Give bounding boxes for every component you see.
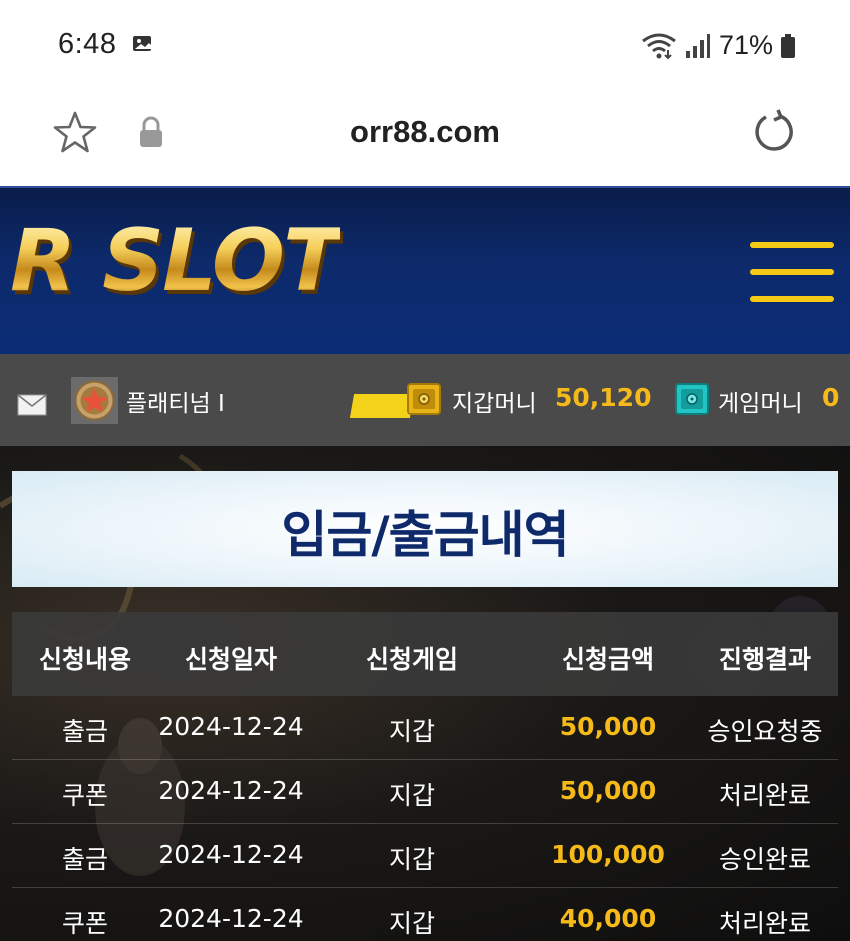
site-header: R SLOT	[0, 186, 850, 354]
header-type: 신청내용	[38, 645, 131, 674]
menu-hamburger-icon[interactable]	[750, 242, 834, 302]
header-date: 신청일자	[184, 645, 277, 674]
status-bar: 6:48 71%	[0, 0, 850, 88]
wallet-safe-icon	[407, 383, 441, 415]
cell-type: 출금	[61, 717, 108, 746]
cell-date: 2024-12-24	[158, 712, 304, 741]
main-content: 입금/출금내역 신청내용 신청일자 신청게임 신청금액 진행결과 출금 2024…	[0, 446, 850, 941]
user-rank: 플래티넘 I	[126, 391, 225, 417]
cell-game: 지갑	[388, 781, 435, 810]
site-logo[interactable]: R SLOT	[10, 218, 342, 304]
table-row[interactable]: 출금 2024-12-24 지갑 100,000 승인완료	[12, 824, 838, 888]
cell-amount: 50,000	[559, 776, 657, 805]
table-row[interactable]: 출금 2024-12-24 지갑 50,000 승인요청중	[12, 696, 838, 760]
browser-url-bar: orr88.com	[0, 88, 850, 186]
header-result: 진행결과	[718, 645, 811, 674]
cell-result: 처리완료	[718, 781, 811, 810]
status-right-group: 71%	[641, 30, 795, 61]
game-safe-icon	[675, 383, 709, 415]
redaction-mark	[349, 394, 415, 418]
game-money-label: 게임머니	[718, 391, 803, 417]
wallet-money-label: 지갑머니	[452, 391, 537, 417]
battery-icon	[781, 33, 795, 58]
cell-amount: 50,000	[559, 712, 657, 741]
wallet-money-value: 50,120	[555, 383, 652, 412]
status-time: 6:48	[58, 28, 117, 60]
cell-amount: 40,000	[559, 904, 657, 933]
cell-result: 승인완료	[718, 845, 811, 874]
cell-date: 2024-12-24	[158, 776, 304, 805]
wifi-icon	[642, 33, 676, 59]
cell-type: 쿠폰	[61, 909, 108, 938]
platinum-rank-icon	[71, 377, 118, 424]
cell-amount: 100,000	[551, 840, 665, 869]
page-title-box: 입금/출금내역	[12, 471, 838, 587]
cell-date: 2024-12-24	[158, 840, 304, 869]
mail-icon[interactable]	[17, 394, 47, 416]
cell-type: 쿠폰	[61, 781, 108, 810]
cell-game: 지갑	[388, 845, 435, 874]
cell-date: 2024-12-24	[158, 904, 304, 933]
page-title: 입금/출금내역	[281, 506, 569, 564]
history-table: 신청내용 신청일자 신청게임 신청금액 진행결과 출금 2024-12-24 지…	[12, 612, 838, 941]
signal-icon	[685, 33, 710, 58]
reload-icon[interactable]	[750, 108, 798, 156]
cell-game: 지갑	[388, 717, 435, 746]
battery-percent: 71%	[718, 30, 773, 60]
gallery-notification-icon	[133, 36, 151, 51]
table-row[interactable]: 쿠폰 2024-12-24 지갑 40,000 처리완료	[12, 888, 838, 941]
user-info-bar: 플래티넘 I 지갑머니 50,120 게임머니 0	[0, 354, 850, 446]
cell-result: 처리완료	[718, 909, 811, 938]
table-header: 신청내용 신청일자 신청게임 신청금액 진행결과	[12, 612, 838, 696]
cell-type: 출금	[61, 845, 108, 874]
table-row[interactable]: 쿠폰 2024-12-24 지갑 50,000 처리완료	[12, 760, 838, 824]
cell-result: 승인요청중	[707, 717, 823, 746]
url-text[interactable]: orr88.com	[0, 114, 850, 150]
header-amount: 신청금액	[561, 645, 654, 674]
cell-game: 지갑	[388, 909, 435, 938]
game-money-value: 0	[822, 383, 840, 412]
header-game: 신청게임	[365, 645, 458, 674]
